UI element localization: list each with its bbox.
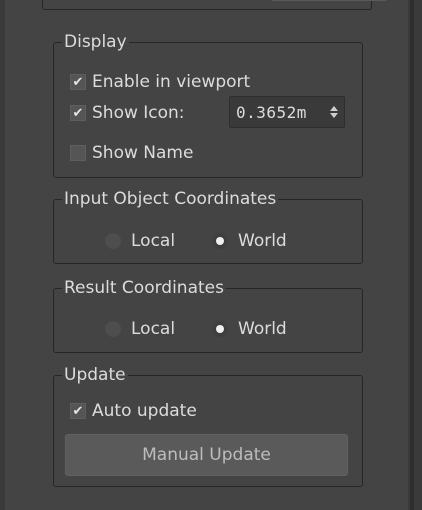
manual-update-button[interactable]: Manual Update — [65, 434, 348, 476]
result-world-option[interactable]: World — [212, 317, 287, 341]
enable-in-viewport-checkbox[interactable]: ✔ — [70, 74, 86, 90]
show-name-row[interactable]: Show Name — [70, 141, 193, 165]
auto-update-row[interactable]: ✔ Auto update — [70, 399, 197, 423]
spinner-up-icon[interactable] — [330, 106, 338, 111]
spinner-down-icon[interactable] — [330, 113, 338, 118]
scrollbar-thumb[interactable] — [410, 0, 414, 510]
show-icon-row[interactable]: ✔ Show Icon: — [70, 101, 185, 125]
display-group-title: Display — [62, 30, 129, 54]
enable-in-viewport-label: Enable in viewport — [92, 72, 251, 92]
check-icon: ✔ — [72, 403, 84, 419]
result-coordinates-title: Result Coordinates — [62, 276, 226, 300]
result-local-label: Local — [131, 319, 176, 339]
auto-update-label: Auto update — [92, 401, 197, 421]
input-local-radio[interactable] — [105, 233, 121, 249]
input-world-label: World — [238, 231, 287, 251]
check-icon: ✔ — [72, 105, 84, 121]
previous-group-field — [271, 0, 387, 1]
update-group-title: Update — [62, 363, 128, 387]
spinner-arrows-icon[interactable] — [328, 106, 340, 118]
input-world-radio[interactable] — [212, 233, 228, 249]
show-name-label: Show Name — [92, 143, 194, 163]
input-local-label: Local — [131, 231, 176, 251]
result-local-radio[interactable] — [105, 321, 121, 337]
result-coordinates-group: Result Coordinates — [53, 276, 363, 353]
input-local-option[interactable]: Local — [105, 229, 175, 253]
previous-group-box — [42, 0, 387, 10]
check-icon: ✔ — [72, 74, 84, 90]
show-icon-label: Show Icon: — [92, 103, 185, 123]
input-coordinates-group: Input Object Coordinates — [53, 187, 363, 264]
enable-in-viewport-row[interactable]: ✔ Enable in viewport — [70, 70, 250, 94]
icon-size-value[interactable]: 0.3652m — [236, 103, 324, 122]
show-icon-checkbox[interactable]: ✔ — [70, 105, 86, 121]
result-local-option[interactable]: Local — [105, 317, 175, 341]
input-coordinates-title: Input Object Coordinates — [62, 187, 279, 211]
show-name-checkbox[interactable] — [70, 145, 86, 161]
result-world-label: World — [238, 319, 287, 339]
icon-size-spinner[interactable]: 0.3652m — [229, 96, 345, 128]
result-world-radio[interactable] — [212, 321, 228, 337]
input-world-option[interactable]: World — [212, 229, 287, 253]
auto-update-checkbox[interactable]: ✔ — [70, 403, 86, 419]
